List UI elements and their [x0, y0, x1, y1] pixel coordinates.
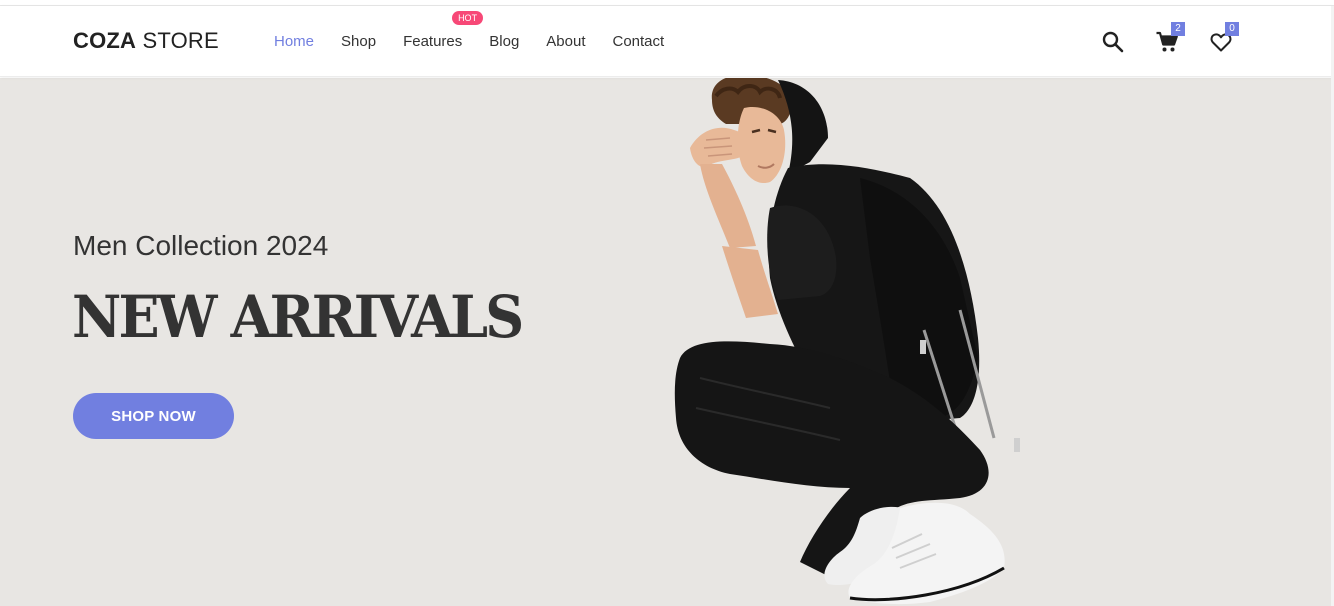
main-nav: Home Shop Features HOT Blog About Contac… [274, 6, 691, 77]
wishlist-count-badge: 0 [1225, 22, 1239, 36]
nav-blog[interactable]: Blog [489, 33, 519, 50]
logo-thin: STORE [136, 28, 219, 53]
hero-headline: NEW ARRIVALS [72, 283, 524, 351]
cart-count-badge: 2 [1171, 22, 1185, 36]
nav-features[interactable]: Features HOT [403, 11, 484, 50]
search-icon [1102, 31, 1124, 53]
search-button[interactable] [1101, 30, 1125, 54]
nav-home[interactable]: Home [274, 33, 314, 50]
model-photo [674, 78, 1020, 605]
hot-badge: HOT [452, 11, 484, 25]
hero-subtitle: Men Collection 2024 [73, 230, 329, 261]
wishlist-button[interactable]: 0 [1209, 22, 1239, 54]
store-logo[interactable]: COZA STORE [73, 28, 219, 54]
site-header: COZA STORE Home Shop Features HOT Blog A… [0, 6, 1334, 77]
nav-about[interactable]: About [546, 33, 585, 50]
nav-features-label: Features [403, 33, 463, 50]
nav-contact[interactable]: Contact [613, 33, 665, 50]
logo-bold: COZA [73, 28, 137, 53]
cart-button[interactable]: 2 [1155, 22, 1185, 54]
nav-shop[interactable]: Shop [341, 33, 376, 50]
hero-slider: Men Collection 2024 NEW ARRIVALS SHOP NO… [0, 78, 1334, 606]
shop-now-button[interactable]: SHOP NOW [73, 393, 234, 439]
